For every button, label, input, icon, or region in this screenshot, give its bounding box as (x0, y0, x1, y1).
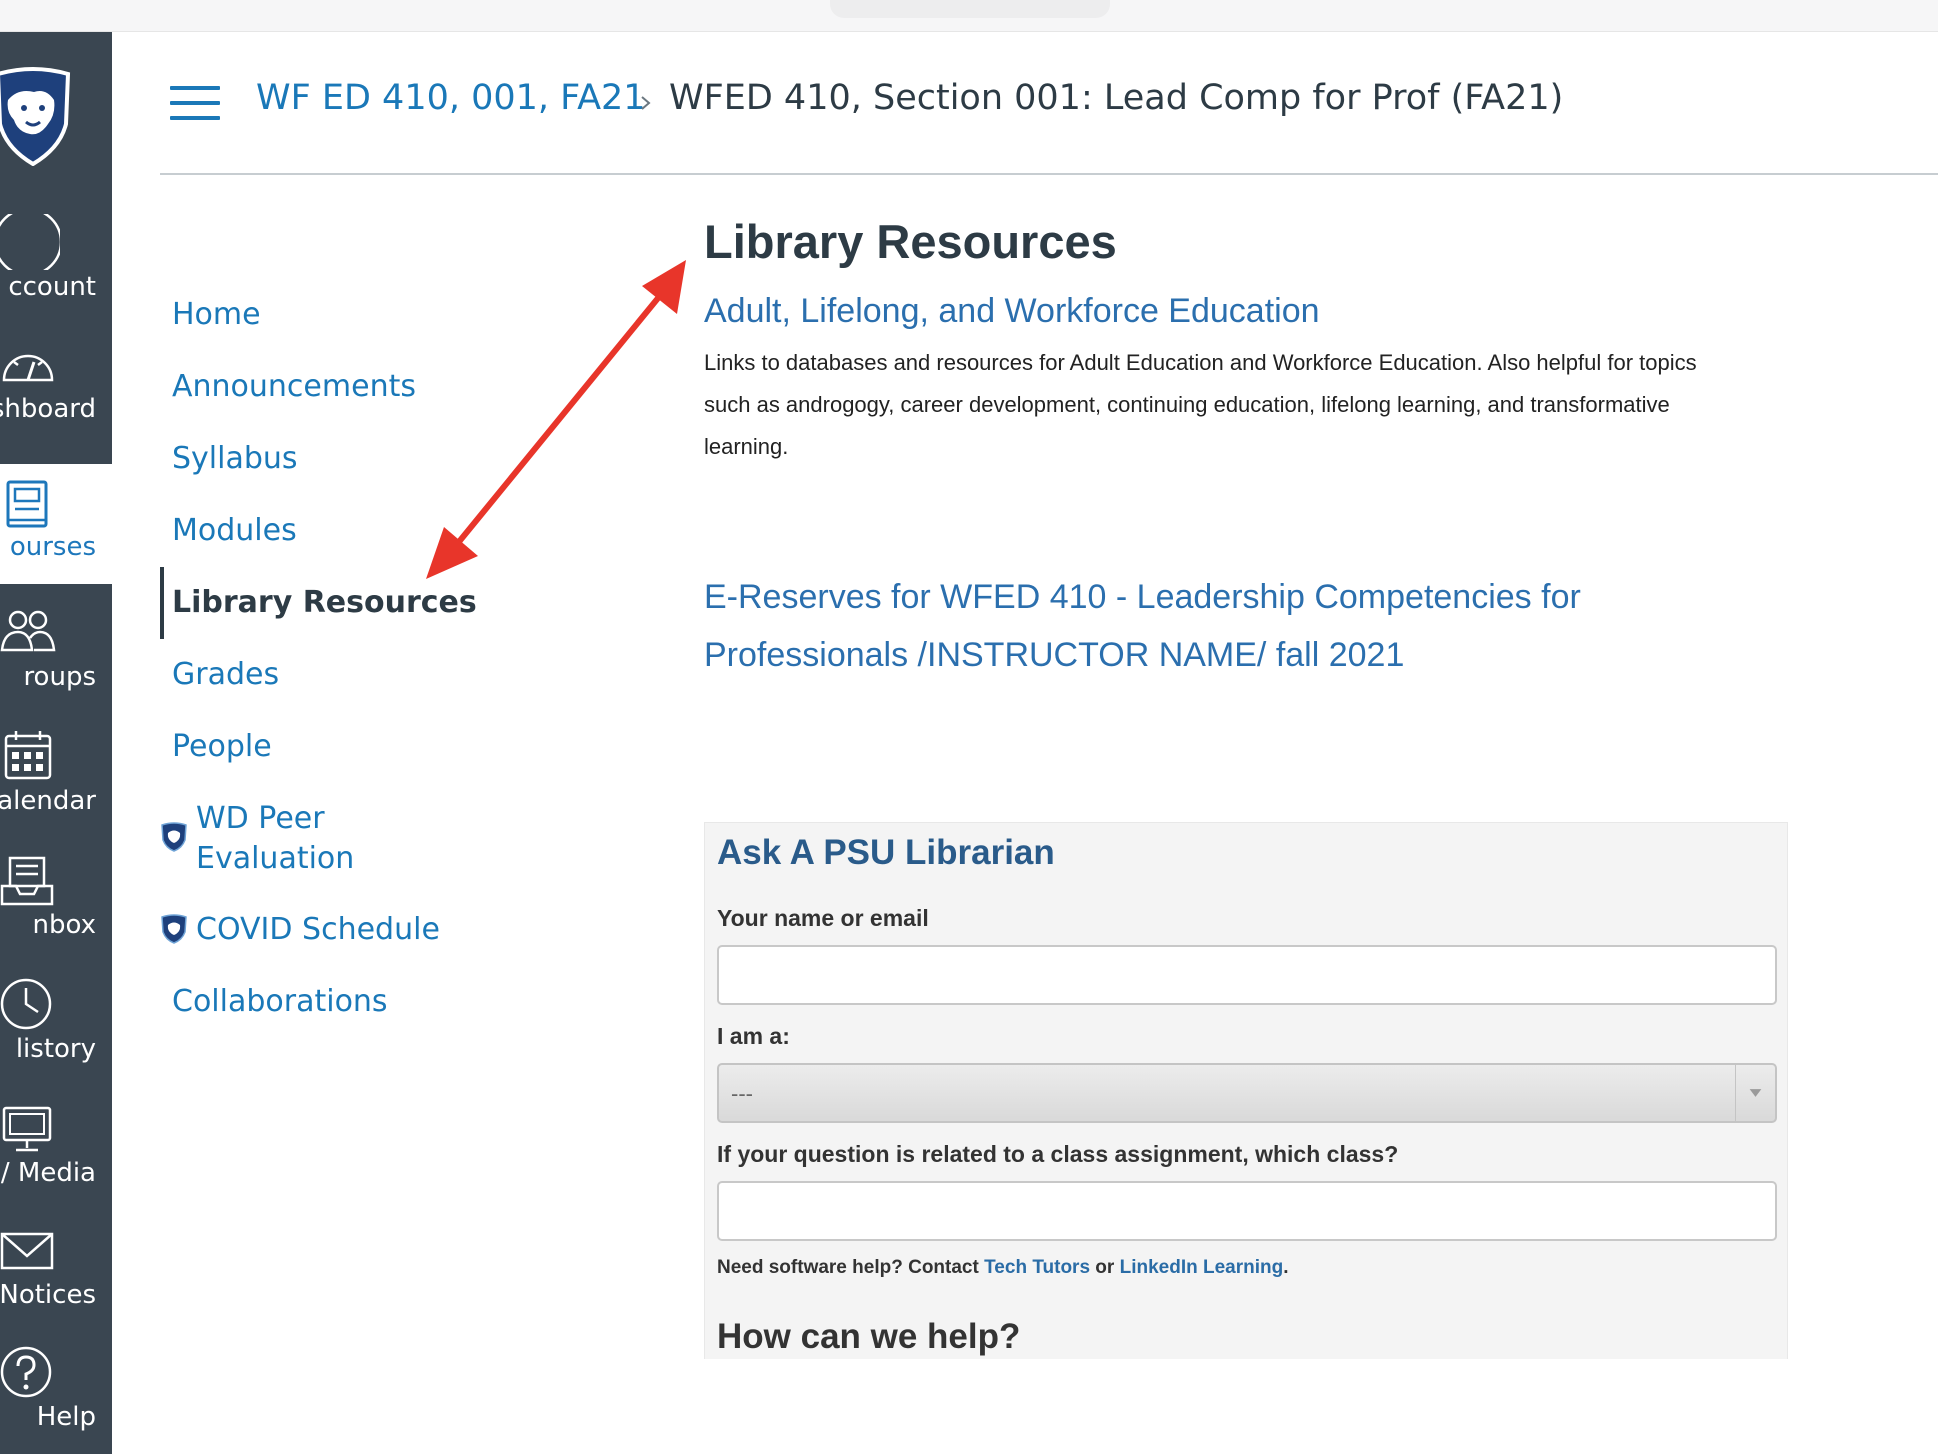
annotation-arrowhead-bottom (426, 527, 478, 579)
class-input[interactable] (717, 1181, 1777, 1241)
course-nav-label-line1: WD Peer (196, 801, 325, 836)
global-nav-label: roups (23, 662, 96, 692)
linkedin-learning-link[interactable]: LinkedIn Learning (1120, 1257, 1284, 1278)
psu-lti-shield-icon (161, 914, 187, 944)
software-help-note: Need software help? Contact Tech Tutors … (717, 1257, 1289, 1279)
psu-shield-logo-icon[interactable] (0, 66, 76, 166)
global-nav-media[interactable]: / Media (0, 1088, 112, 1206)
global-nav-groups[interactable]: roups (0, 592, 112, 710)
role-select-value: --- (731, 1081, 753, 1106)
global-nav-notices[interactable]: Notices (0, 1210, 112, 1328)
camera-notch (830, 0, 1110, 18)
adult-lifelong-workforce-education-link[interactable]: Adult, Lifelong, and Workforce Education (704, 292, 1320, 331)
course-nav-collaborations[interactable]: Collaborations (172, 984, 388, 1019)
name-email-input[interactable] (717, 945, 1777, 1005)
help-question-icon (0, 1346, 52, 1398)
course-nav-home[interactable]: Home (172, 297, 261, 332)
widget-title: Ask A PSU Librarian (717, 833, 1055, 872)
course-nav-wd-peer-evaluation[interactable]: WD Peer Evaluation (196, 799, 354, 879)
course-nav-grades[interactable]: Grades (172, 657, 279, 692)
ereserves-line2: Professionals /INSTRUCTOR NAME/ fall 202… (704, 636, 1405, 674)
inbox-icon (0, 856, 54, 906)
annotation-arrow-shaft (455, 289, 666, 546)
browser-top-strip (0, 0, 1938, 32)
global-nav-label: ccount (8, 272, 96, 302)
section-description: Links to databases and resources for Adu… (704, 350, 1697, 459)
ereserves-line1: E-Reserves for WFED 410 - Leadership Com… (704, 578, 1581, 616)
course-nav-people[interactable]: People (172, 729, 272, 764)
global-nav-label: Help (36, 1402, 96, 1432)
note-suffix: . (1283, 1257, 1289, 1278)
global-nav-courses[interactable]: ourses (0, 464, 112, 584)
breadcrumb-course-link[interactable]: WF ED 410, 001, FA21 (256, 78, 646, 118)
global-nav-dashboard[interactable]: shboard (0, 324, 112, 442)
courses-book-icon (6, 480, 48, 528)
global-nav-help[interactable]: Help (0, 1332, 112, 1450)
global-nav-label: listory (15, 1034, 96, 1064)
psu-lti-shield-icon (161, 822, 187, 852)
course-nav-active-indicator (160, 567, 164, 639)
breadcrumb-chevron-icon (641, 96, 651, 110)
global-nav-history[interactable]: listory (0, 964, 112, 1082)
global-nav: ccount shboard ourses roups alendar nbox… (0, 32, 112, 1454)
account-circle-icon (0, 214, 60, 270)
notices-envelope-icon (0, 1232, 54, 1270)
page-title: Library Resources (704, 215, 1117, 268)
role-label: I am a: (717, 1023, 790, 1049)
dashboard-gauge-icon (2, 354, 54, 382)
role-select[interactable]: --- (717, 1063, 1777, 1123)
course-menu-toggle-button[interactable] (170, 86, 222, 122)
history-clock-icon (0, 978, 52, 1030)
course-nav-covid-schedule[interactable]: COVID Schedule (196, 912, 440, 947)
breadcrumb-current-page: WFED 410, Section 001: Lead Comp for Pro… (669, 78, 1564, 118)
course-nav-label-line2: Evaluation (196, 841, 355, 876)
annotation-arrowhead-top (642, 260, 686, 314)
global-nav-label: / Media (0, 1158, 96, 1188)
course-nav-library-resources[interactable]: Library Resources (172, 585, 477, 620)
tech-tutors-link[interactable]: Tech Tutors (984, 1257, 1090, 1278)
note-prefix: Need software help? Contact (717, 1257, 985, 1278)
header-divider (160, 173, 1938, 175)
global-nav-inbox[interactable]: nbox (0, 840, 112, 958)
global-nav-label: nbox (32, 910, 96, 940)
course-nav-announcements[interactable]: Announcements (172, 369, 416, 404)
global-nav-account[interactable]: ccount (0, 202, 112, 320)
global-nav-label: Notices (0, 1280, 96, 1310)
how-can-we-help-heading: How can we help? (717, 1317, 1021, 1356)
global-nav-label: alendar (0, 786, 96, 816)
ereserves-link[interactable]: E-Reserves for WFED 410 - Leadership Com… (704, 568, 1704, 684)
global-nav-label: ourses (9, 532, 96, 562)
groups-people-icon (0, 610, 56, 652)
note-middle: or (1090, 1257, 1120, 1278)
global-nav-label: shboard (0, 394, 96, 424)
name-email-label: Your name or email (717, 905, 929, 931)
class-label: If your question is related to a class a… (717, 1141, 1399, 1167)
media-monitor-icon (2, 1106, 52, 1152)
ask-librarian-widget: Ask A PSU Librarian Your name or email I… (704, 822, 1788, 1359)
select-chevron-down-icon (1735, 1065, 1762, 1121)
calendar-icon (4, 731, 52, 780)
global-nav-calendar[interactable]: alendar (0, 716, 112, 834)
course-nav-modules[interactable]: Modules (172, 513, 297, 548)
course-nav-syllabus[interactable]: Syllabus (172, 441, 298, 476)
